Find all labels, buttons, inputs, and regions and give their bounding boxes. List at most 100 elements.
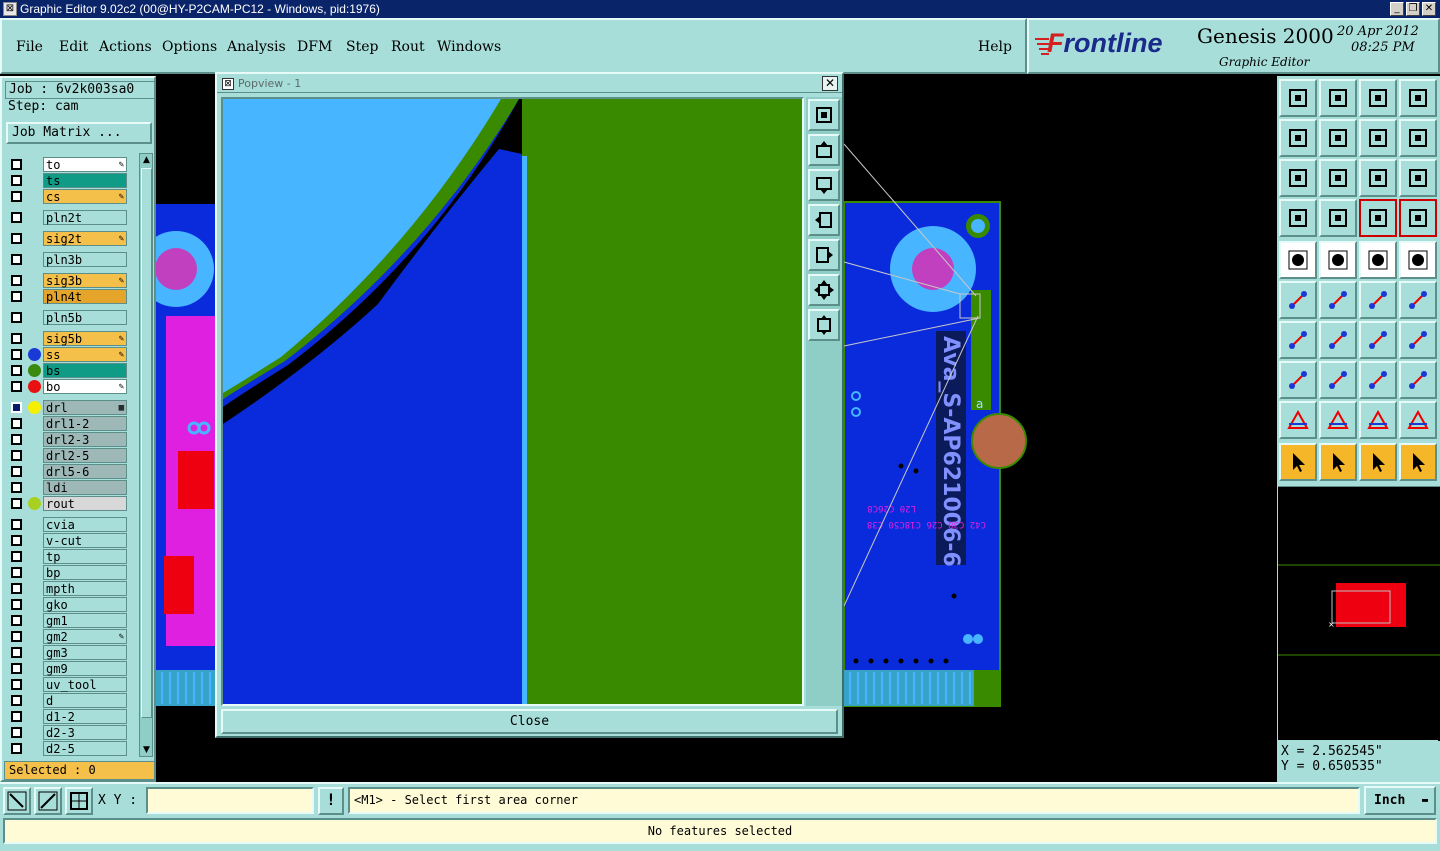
dot-tool-button[interactable] <box>1399 241 1437 279</box>
layer-checkbox[interactable] <box>11 418 22 429</box>
layer-row-sig5b[interactable]: sig5b ✎ <box>7 331 127 346</box>
down-step-tool-button[interactable] <box>1319 79 1357 117</box>
layer-row-gm9[interactable]: gm9 <box>7 661 127 676</box>
layer-row-pln3b[interactable]: pln3b <box>7 252 127 267</box>
layer-row-to[interactable]: to ✎ <box>7 157 127 172</box>
layers-red-tool-button[interactable] <box>1359 199 1397 237</box>
layer-checkbox[interactable] <box>11 402 22 413</box>
triangle3-tool-button[interactable] <box>1359 401 1397 439</box>
layer-checkbox[interactable] <box>11 567 22 578</box>
layer-checkbox[interactable] <box>11 583 22 594</box>
line-dots-tool-button[interactable] <box>1359 281 1397 319</box>
layer-row-d2-3[interactable]: d2-3 <box>7 725 127 740</box>
layer-checkbox[interactable] <box>11 159 22 170</box>
layer-name[interactable]: gm3 <box>43 645 127 660</box>
layer-name[interactable]: sig2t ✎ <box>43 231 127 246</box>
triangle-tool-button[interactable] <box>1279 401 1317 439</box>
layer-row-pln4t[interactable]: pln4t <box>7 289 127 304</box>
grid-button[interactable] <box>65 787 93 815</box>
layer-name[interactable]: v-cut <box>43 533 127 548</box>
layer-row-ldi[interactable]: ldi <box>7 480 127 495</box>
layer-row-sig2t[interactable]: sig2t ✎ <box>7 231 127 246</box>
layer-checkbox[interactable] <box>11 233 22 244</box>
layer-name[interactable]: sig3b ✎ <box>43 273 127 288</box>
layer-row-rout[interactable]: rout <box>7 496 127 511</box>
close-window-button[interactable]: ✕ <box>1422 2 1436 16</box>
restore-button[interactable]: ❐ <box>1406 2 1420 16</box>
minimize-button[interactable]: _ <box>1390 2 1404 16</box>
layer-checkbox[interactable] <box>11 711 22 722</box>
layer-row-drl[interactable]: drl ▦ <box>7 400 127 415</box>
layer-row-ts[interactable]: ts <box>7 173 127 188</box>
layer-checkbox[interactable] <box>11 466 22 477</box>
layer-checkbox[interactable] <box>11 291 22 302</box>
layer-row-cvia[interactable]: cvia <box>7 517 127 532</box>
scale-1-2-tool-button[interactable] <box>1359 159 1397 197</box>
layer-checkbox[interactable] <box>11 631 22 642</box>
layer-name[interactable]: mpth <box>43 581 127 596</box>
right-step-tool-button[interactable] <box>1319 119 1357 157</box>
layer-checkbox[interactable] <box>11 191 22 202</box>
layer-checkbox[interactable] <box>11 450 22 461</box>
layer-scrollbar[interactable]: ▲ ▼ <box>139 153 153 757</box>
layer-name[interactable]: d <box>43 693 127 708</box>
layer-row-d1-2[interactable]: d1-2 <box>7 709 127 724</box>
layer-checkbox[interactable] <box>11 381 22 392</box>
swap-tool-button[interactable] <box>1359 119 1397 157</box>
layer-row-d[interactable]: d <box>7 693 127 708</box>
menu-step[interactable]: Step <box>346 39 378 55</box>
layer-name[interactable]: pln2t <box>43 210 127 225</box>
layer-name[interactable]: bo ✎ <box>43 379 127 394</box>
menu-analysis[interactable]: Analysis <box>227 39 286 55</box>
measure-tool-button[interactable] <box>1359 361 1397 399</box>
layer-name[interactable]: drl2-3 <box>43 432 127 447</box>
home-tool-button[interactable] <box>1359 79 1397 117</box>
snap-tool-button[interactable] <box>1279 361 1317 399</box>
scroll-down-icon[interactable]: ▼ <box>141 744 152 756</box>
layer-row-gko[interactable]: gko <box>7 597 127 612</box>
layer-checkbox[interactable] <box>11 365 22 376</box>
job-matrix-button[interactable]: Job Matrix ... <box>6 122 152 144</box>
layer-row-drl2-3[interactable]: drl2-3 <box>7 432 127 447</box>
layer-checkbox[interactable] <box>11 498 22 509</box>
help-tool-button[interactable] <box>1399 159 1437 197</box>
select-arrow-tool-button[interactable] <box>1279 443 1317 481</box>
popview-pan-down-button[interactable] <box>808 169 840 201</box>
measure-button[interactable] <box>34 787 62 815</box>
layer-checkbox[interactable] <box>11 312 22 323</box>
layer-checkbox[interactable] <box>11 695 22 706</box>
pads-tool-button[interactable] <box>1399 361 1437 399</box>
popview-canvas[interactable] <box>221 97 804 706</box>
layer-checkbox[interactable] <box>11 519 22 530</box>
layer-name[interactable]: drl ▦ <box>43 400 127 415</box>
menu-options[interactable]: Options <box>162 39 217 55</box>
popview-pan-right-button[interactable] <box>808 239 840 271</box>
layer-checkbox[interactable] <box>11 254 22 265</box>
layer-checkbox[interactable] <box>11 482 22 493</box>
select-box-tool-button[interactable] <box>1319 443 1357 481</box>
layer-name[interactable]: bp <box>43 565 127 580</box>
menu-file[interactable]: File <box>16 39 43 55</box>
grid-tool-button[interactable] <box>1319 199 1357 237</box>
menu-rout[interactable]: Rout <box>391 39 425 55</box>
slash-tool-button[interactable] <box>1319 321 1357 359</box>
layer-checkbox[interactable] <box>11 615 22 626</box>
layer-row-bo[interactable]: bo ✎ <box>7 379 127 394</box>
layer-row-cs[interactable]: cs ✎ <box>7 189 127 204</box>
popview-titlebar[interactable]: ⊠ Popview - 1 <box>217 74 842 93</box>
menu-dfm[interactable]: DFM <box>297 39 332 55</box>
menu-actions[interactable]: Actions <box>99 39 152 55</box>
menu-edit[interactable]: Edit <box>59 39 88 55</box>
layer-row-gm2[interactable]: gm2 ✎ <box>7 629 127 644</box>
layer-row-drl1-2[interactable]: drl1-2 <box>7 416 127 431</box>
layer-row-ss[interactable]: ss ✎ <box>7 347 127 362</box>
triangle4-tool-button[interactable] <box>1399 401 1437 439</box>
popview-pan-left-button[interactable] <box>808 204 840 236</box>
up-step-tool-button[interactable] <box>1279 79 1317 117</box>
layer-name[interactable]: gm9 <box>43 661 127 676</box>
layer-row-bp[interactable]: bp <box>7 565 127 580</box>
layer-name[interactable]: ts <box>43 173 127 188</box>
execute-button[interactable]: ! <box>318 787 344 815</box>
zoom-tool-button[interactable] <box>1319 159 1357 197</box>
layer-checkbox[interactable] <box>11 679 22 690</box>
